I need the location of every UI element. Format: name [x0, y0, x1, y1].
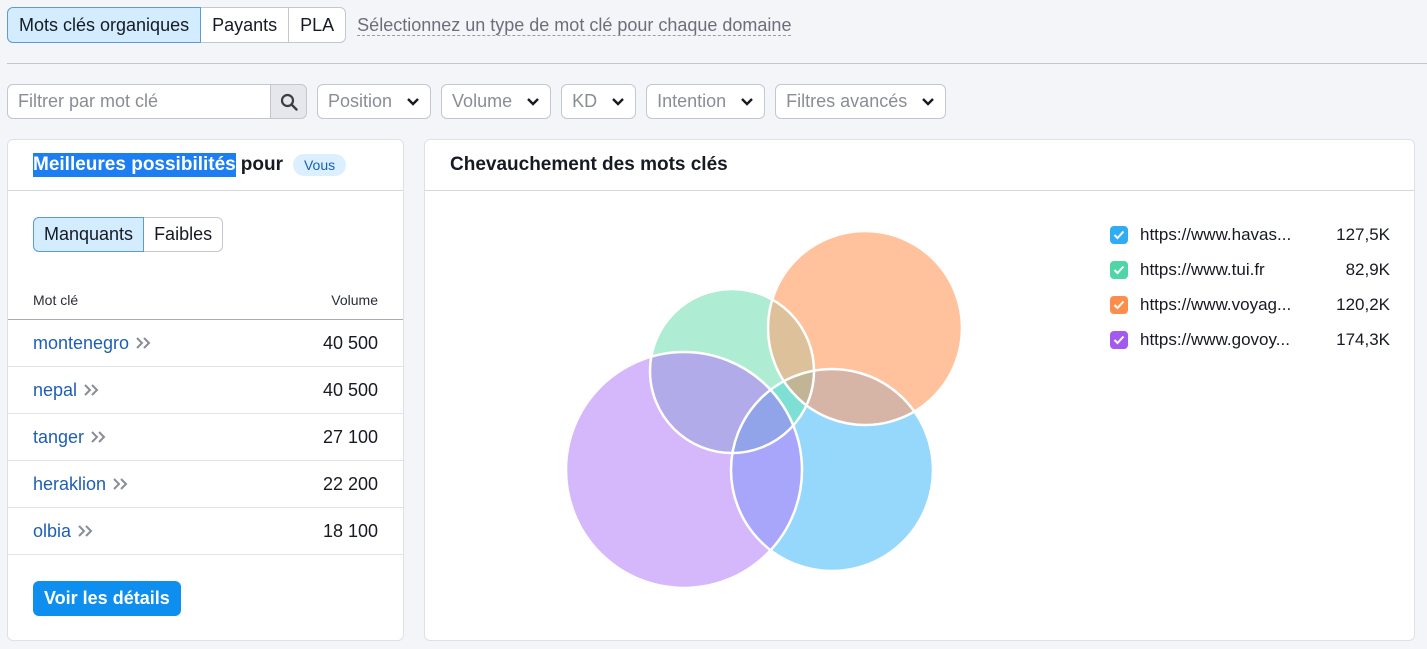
you-badge: Vous — [292, 154, 347, 176]
keyword-type-hint-link[interactable]: Sélectionnez un type de mot clé pour cha… — [357, 15, 792, 36]
keyword-text: olbia — [33, 520, 72, 541]
legend-item-havas[interactable]: https://www.havas... 127,5K — [1110, 217, 1390, 252]
filter-bar: Position Volume KD Intention Filtres ava… — [7, 84, 947, 119]
tab-missing[interactable]: Manquants — [33, 217, 145, 252]
keyword-text: nepal — [33, 379, 78, 400]
double-chevron-right-icon[interactable] — [90, 430, 108, 444]
tab-paid-keywords[interactable]: Payants — [200, 7, 290, 43]
volume-filter-dropdown[interactable]: Volume — [441, 84, 552, 119]
search-icon — [280, 93, 298, 111]
keyword-overlap-card: Chevauchement des mots clés https://www.… — [424, 139, 1415, 641]
legend-url: https://www.havas... — [1140, 224, 1292, 244]
double-chevron-right-icon[interactable] — [77, 524, 95, 538]
title-highlight-text: Meilleures possibilités — [33, 153, 236, 177]
keyword-link[interactable]: heraklion — [33, 474, 130, 495]
position-filter-label: Position — [328, 91, 393, 111]
double-chevron-right-icon[interactable] — [112, 477, 130, 491]
table-header: Mot clé Volume — [8, 280, 403, 320]
column-header-keyword: Mot clé — [33, 291, 79, 308]
table-row: heraklion 22 200 — [8, 461, 403, 508]
advanced-filters-label: Filtres avancés — [786, 91, 908, 111]
double-chevron-right-icon[interactable] — [83, 383, 101, 397]
checkbox-checked-icon[interactable] — [1110, 260, 1128, 279]
search-button[interactable] — [270, 84, 307, 119]
keyword-filter-input[interactable] — [7, 84, 270, 119]
best-opportunities-card: Meilleures possibilités pour Vous Manqua… — [7, 139, 404, 641]
best-opportunities-title: Meilleures possibilités pour Vous — [33, 153, 347, 177]
legend-url: https://www.tui.fr — [1140, 259, 1265, 279]
table-row: nepal 40 500 — [8, 367, 403, 414]
checkbox-checked-icon[interactable] — [1110, 225, 1128, 244]
keyword-type-selector: Mots clés organiques Payants PLA Sélecti… — [7, 7, 792, 43]
checkbox-checked-icon[interactable] — [1110, 330, 1128, 349]
legend-url: https://www.voyag... — [1140, 294, 1292, 314]
volume-value: 18 100 — [322, 520, 378, 541]
volume-value: 22 200 — [322, 473, 378, 494]
volume-value: 40 500 — [322, 332, 378, 353]
keyword-search-box — [7, 84, 307, 119]
table-row: montenegro 40 500 — [8, 320, 403, 367]
legend-url: https://www.govoy... — [1140, 329, 1290, 349]
kd-filter-label: KD — [572, 91, 598, 111]
column-header-volume: Volume — [331, 291, 378, 308]
keyword-table: montenegro 40 500 nepal 40 500 tanger 27… — [8, 320, 403, 555]
legend-keyword-count: 174,3K — [1336, 329, 1390, 349]
title-for-text: pour — [240, 154, 283, 175]
view-details-button[interactable]: Voir les détails — [33, 581, 181, 616]
tab-weak[interactable]: Faibles — [143, 217, 224, 252]
chevron-down-icon — [612, 97, 624, 106]
best-opportunities-header: Meilleures possibilités pour Vous — [8, 140, 403, 191]
keyword-link[interactable]: olbia — [33, 521, 95, 542]
keyword-link[interactable]: montenegro — [33, 333, 153, 354]
overlap-legend: https://www.havas... 127,5K https://www.… — [1110, 217, 1390, 357]
table-row: olbia 18 100 — [8, 508, 403, 555]
legend-item-voyageurs[interactable]: https://www.voyag... 120,2K — [1110, 287, 1390, 322]
keyword-text: montenegro — [33, 332, 130, 353]
volume-value: 40 500 — [322, 379, 378, 400]
keyword-overlap-title: Chevauchement des mots clés — [425, 140, 1414, 191]
legend-item-govoyages[interactable]: https://www.govoy... 174,3K — [1110, 322, 1390, 357]
chevron-down-icon — [527, 97, 539, 106]
keyword-link[interactable]: tanger — [33, 427, 108, 448]
keyword-text: tanger — [33, 426, 85, 447]
kd-filter-dropdown[interactable]: KD — [561, 84, 637, 119]
double-chevron-right-icon[interactable] — [135, 336, 153, 350]
position-filter-dropdown[interactable]: Position — [317, 84, 432, 119]
chevron-down-icon — [922, 97, 935, 106]
tab-pla-keywords[interactable]: PLA — [288, 7, 347, 43]
volume-filter-label: Volume — [452, 91, 513, 111]
tab-organic-keywords[interactable]: Mots clés organiques — [7, 7, 202, 43]
keyword-text: heraklion — [33, 473, 107, 494]
table-row: tanger 27 100 — [8, 414, 403, 461]
volume-value: 27 100 — [322, 426, 378, 447]
advanced-filters-dropdown[interactable]: Filtres avancés — [775, 84, 947, 119]
venn-diagram — [564, 229, 964, 590]
keyword-type-segmented-control: Mots clés organiques Payants PLA — [7, 7, 347, 43]
section-divider — [7, 63, 1427, 64]
intent-filter-dropdown[interactable]: Intention — [646, 84, 766, 119]
opportunity-tabs: Manquants Faibles — [33, 217, 224, 252]
legend-keyword-count: 127,5K — [1336, 224, 1390, 244]
chevron-down-icon — [741, 97, 754, 106]
chevron-down-icon — [407, 97, 419, 106]
legend-keyword-count: 120,2K — [1336, 294, 1390, 314]
keyword-link[interactable]: nepal — [33, 380, 101, 401]
checkbox-checked-icon[interactable] — [1110, 295, 1128, 314]
legend-item-tui[interactable]: https://www.tui.fr 82,9K — [1110, 252, 1390, 287]
legend-keyword-count: 82,9K — [1345, 259, 1390, 279]
intent-filter-label: Intention — [657, 91, 727, 111]
